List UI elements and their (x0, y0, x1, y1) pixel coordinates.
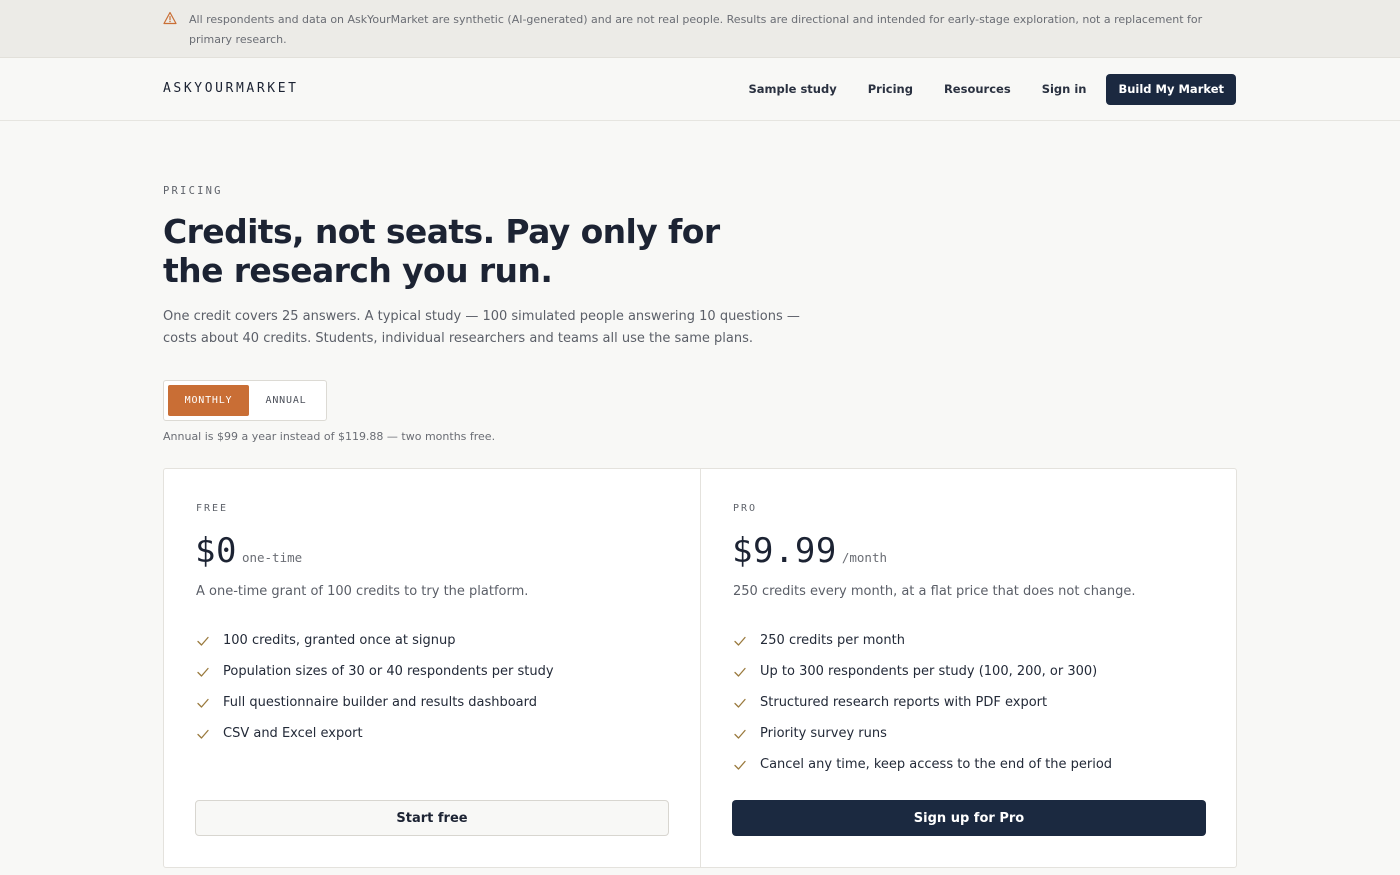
feature-text: Population sizes of 30 or 40 respondents… (223, 664, 554, 679)
nav-links: Sample study Pricing Resources Sign in B… (748, 73, 1236, 105)
checkmark-icon (734, 760, 746, 770)
plan-period: /month (841, 550, 888, 565)
checkmark-icon (197, 698, 209, 708)
billing-monthly-option[interactable]: MONTHLY (168, 385, 249, 416)
checkmark-icon (197, 667, 209, 677)
build-my-market-button[interactable]: Build My Market (1106, 73, 1236, 105)
pricing-plans: FREE $0 one-time A one-time grant of 100… (163, 468, 1237, 868)
checkmark-icon (734, 698, 746, 708)
feature-item: CSV and Excel export (196, 718, 554, 749)
feature-item: Priority survey runs (733, 718, 1112, 749)
plan-period: one-time (241, 550, 303, 565)
feature-text: Cancel any time, keep access to the end … (760, 757, 1113, 772)
plan-card-pro: PRO $9.99 /month 250 credits every month… (700, 469, 1236, 867)
feature-item: Up to 300 respondents per study (100, 20… (733, 656, 1112, 687)
start-free-button[interactable]: Start free (195, 800, 669, 836)
feature-text: Up to 300 respondents per study (100, 20… (760, 664, 1098, 679)
feature-item: Population sizes of 30 or 40 respondents… (196, 656, 554, 687)
feature-text: CSV and Excel export (223, 726, 363, 741)
sign-up-pro-button[interactable]: Sign up for Pro (732, 800, 1206, 836)
feature-item: Full questionnaire builder and results d… (196, 687, 554, 718)
plan-name: PRO (733, 503, 758, 514)
feature-item: 250 credits per month (733, 625, 1112, 656)
feature-list: 250 credits per month Up to 300 responde… (733, 625, 1112, 780)
top-navigation: ASKYOURMARKET Sample study Pricing Resou… (0, 58, 1400, 121)
nav-link-resources[interactable]: Resources (944, 82, 1011, 96)
price-row: $9.99 /month (732, 531, 887, 571)
checkmark-icon (734, 667, 746, 677)
nav-link-sample-study[interactable]: Sample study (748, 82, 836, 96)
plan-price: $0 (195, 531, 237, 571)
checkmark-icon (197, 729, 209, 739)
billing-period-toggle: MONTHLY ANNUAL (163, 380, 327, 421)
feature-list: 100 credits, granted once at signup Popu… (196, 625, 554, 749)
pricing-intro: One credit covers 25 answers. A typical … (163, 309, 800, 346)
feature-text: Priority survey runs (760, 726, 887, 741)
feature-item: Structured research reports with PDF exp… (733, 687, 1112, 718)
section-eyebrow: PRICING (163, 185, 223, 197)
feature-text: Full questionnaire builder and results d… (223, 695, 538, 710)
feature-item: Cancel any time, keep access to the end … (733, 749, 1112, 780)
plan-name: FREE (196, 503, 229, 514)
feature-text: 100 credits, granted once at signup (223, 633, 456, 648)
plan-price: $9.99 (732, 531, 837, 571)
billing-annual-option[interactable]: ANNUAL (249, 385, 323, 416)
synthetic-data-banner: All respondents and data on AskYourMarke… (0, 0, 1400, 58)
feature-item: 100 credits, granted once at signup (196, 625, 554, 656)
nav-link-sign-in[interactable]: Sign in (1042, 82, 1087, 96)
checkmark-icon (197, 636, 209, 646)
banner-text: All respondents and data on AskYourMarke… (189, 13, 1203, 46)
feature-text: 250 credits per month (760, 633, 905, 648)
brand-logo[interactable]: ASKYOURMARKET (163, 81, 299, 96)
nav-link-pricing[interactable]: Pricing (868, 82, 913, 96)
checkmark-icon (734, 729, 746, 739)
plan-description: A one-time grant of 100 credits to try t… (196, 584, 529, 599)
checkmark-icon (734, 636, 746, 646)
price-row: $0 one-time (195, 531, 302, 571)
feature-text: Structured research reports with PDF exp… (760, 695, 1048, 710)
plan-description: 250 credits every month, at a flat price… (733, 584, 1136, 599)
plan-card-free: FREE $0 one-time A one-time grant of 100… (164, 469, 700, 867)
warning-triangle-icon (163, 11, 177, 25)
page-title: Credits, not seats. Pay only for the res… (163, 212, 720, 290)
annual-savings-note: Annual is $99 a year instead of $119.88 … (163, 430, 496, 443)
